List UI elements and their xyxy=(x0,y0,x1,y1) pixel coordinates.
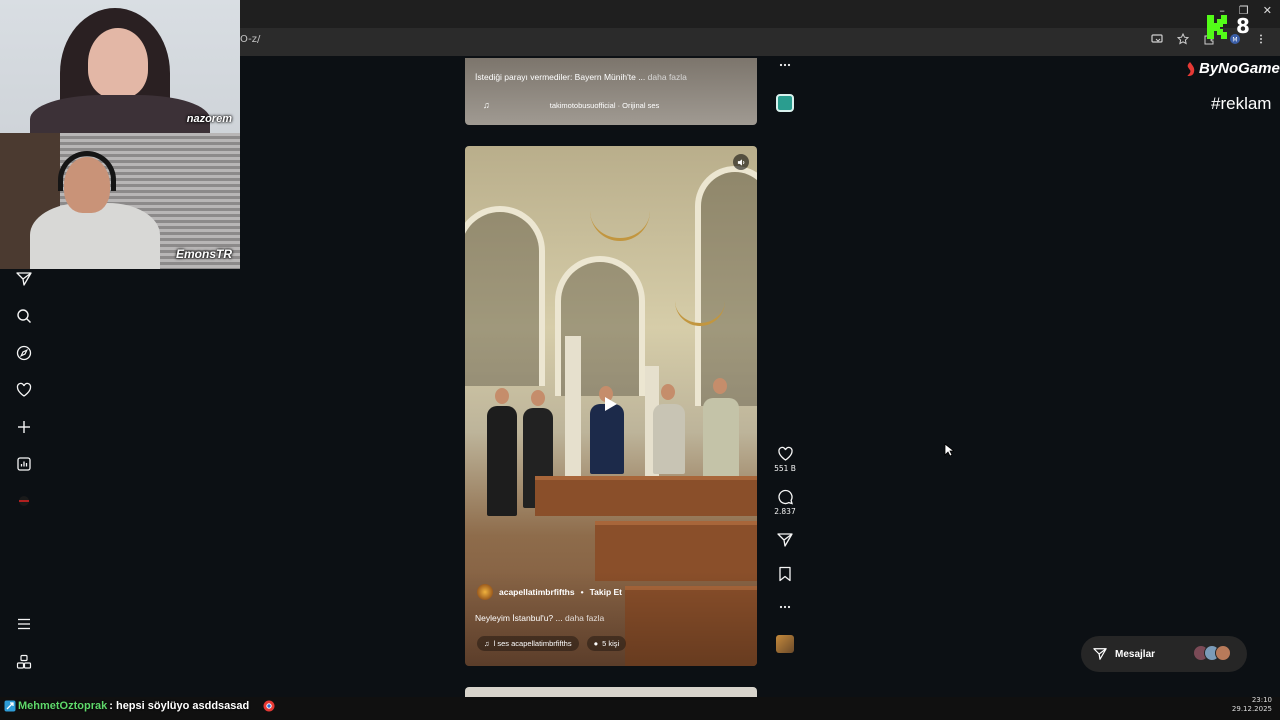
instagram-sidebar xyxy=(0,269,48,689)
play-icon[interactable] xyxy=(595,389,625,419)
church-pew xyxy=(535,476,757,516)
church-arch xyxy=(465,206,545,386)
caption-text: Neyleyim İstanbul'u? ... xyxy=(475,613,563,623)
reel-actions: 551 B 2.837 xyxy=(771,58,799,688)
moderator-badge-icon xyxy=(4,700,16,712)
chandelier xyxy=(590,211,650,241)
insights-icon[interactable] xyxy=(14,454,34,474)
comment-action[interactable]: 2.837 xyxy=(771,489,799,516)
audio-label: l ses acapellatimbrfifths xyxy=(493,639,572,648)
more-link[interactable]: daha fazla xyxy=(648,72,687,82)
church-arch xyxy=(695,166,757,406)
music-note-icon: ♫ xyxy=(483,100,490,110)
chrome-icon xyxy=(263,700,275,712)
clock-date: 29.12.2025 xyxy=(1231,705,1272,713)
people-count: 5 kişi xyxy=(602,639,620,648)
caption-text: İstediği parayı vermediler: Bayern Münih… xyxy=(475,72,646,82)
reel-meta-pills: ♫ l ses acapellatimbrfifths ● 5 kişi xyxy=(477,636,627,651)
webcam-streamer-1: nazorem xyxy=(0,0,240,133)
sponsor-name: ByNoGame xyxy=(1199,60,1280,77)
singer xyxy=(703,398,739,478)
save-action[interactable] xyxy=(771,566,799,582)
bookmark-star-icon[interactable] xyxy=(1176,32,1190,48)
stream-chat-message: MehmetOztoprak : hepsi söylüyo asddsasad xyxy=(4,700,275,712)
close-window-button[interactable]: ✕ xyxy=(1263,4,1272,17)
next-reel[interactable] xyxy=(465,687,757,697)
clock-time: 23:10 xyxy=(1251,696,1272,704)
audio-thumbnail[interactable] xyxy=(776,635,794,653)
church-column xyxy=(565,336,581,476)
chat-username: MehmetOztoprak xyxy=(18,700,108,712)
audio-label: takimotobusuofficial · Orijinal ses xyxy=(549,100,660,110)
message-avatars xyxy=(1193,645,1231,661)
tagged-people-pill[interactable]: ● 5 kişi xyxy=(586,636,627,651)
share-action[interactable] xyxy=(771,532,799,548)
singer-head xyxy=(531,390,545,406)
person-icon: ● xyxy=(593,639,599,648)
previous-reel[interactable]: İstediği parayı vermediler: Bayern Münih… xyxy=(465,58,757,125)
more-link[interactable]: daha fazla xyxy=(565,613,604,623)
apps-grid-icon[interactable] xyxy=(14,652,34,672)
sponsor-overlay: ByNoGame xyxy=(1184,60,1280,77)
volume-icon[interactable] xyxy=(733,154,749,170)
url-text[interactable]: O-z/ xyxy=(240,34,260,45)
k-counter: 8 xyxy=(1236,14,1250,38)
singer xyxy=(487,406,517,516)
hamburger-menu-icon[interactable] xyxy=(14,614,34,634)
webcam-label: EmonsTR xyxy=(175,247,232,261)
system-clock: 23:10 29.12.2025 xyxy=(1232,696,1272,714)
send-icon[interactable] xyxy=(14,269,34,289)
streamer-face xyxy=(88,28,148,98)
headset-icon xyxy=(58,151,116,191)
screen: – ❐ ✕ O-z/ M nazorem EmonsTR İstediği pa… xyxy=(0,0,1280,720)
bookmark-icon xyxy=(779,566,791,582)
separator-dot: • xyxy=(580,587,584,597)
previous-audio-thumb[interactable] xyxy=(771,94,799,112)
explore-icon[interactable] xyxy=(14,343,34,363)
comment-icon xyxy=(777,489,793,505)
send-icon xyxy=(777,533,793,547)
mouse-cursor-icon xyxy=(944,443,956,462)
follow-button[interactable]: Takip Et xyxy=(590,587,622,597)
streamer-body xyxy=(30,95,210,133)
reel-author-row: acapellatimbrfifths • Takip Et xyxy=(477,584,622,600)
audio-pill[interactable]: ♫ l ses acapellatimbrfifths xyxy=(477,636,579,651)
music-note-icon: ♫ xyxy=(484,639,490,648)
messages-button[interactable]: Mesajlar xyxy=(1081,636,1247,672)
more-options-button-top[interactable] xyxy=(771,62,799,68)
like-count: 551 B xyxy=(774,464,796,473)
heart-icon xyxy=(777,446,793,461)
singer-head xyxy=(661,384,675,400)
webcam-label: nazorem xyxy=(186,113,232,125)
messages-label: Mesajlar xyxy=(1115,648,1156,660)
singer xyxy=(653,404,685,474)
sponsor-flame-icon xyxy=(1187,61,1195,76)
author-avatar[interactable] xyxy=(477,584,493,600)
like-action[interactable]: 551 B xyxy=(771,446,799,473)
webcam-streamer-2: EmonsTR xyxy=(0,133,240,269)
reel-caption: Neyleyim İstanbul'u? ... daha fazla xyxy=(475,613,604,623)
singer-head xyxy=(713,378,727,394)
more-options-button[interactable] xyxy=(771,604,799,610)
kick-logo-icon xyxy=(1206,14,1228,40)
comment-count: 2.837 xyxy=(774,507,796,516)
reel-video[interactable]: acapellatimbrfifths • Takip Et Neyleyim … xyxy=(465,146,757,666)
reel-audio-thumb[interactable] xyxy=(771,635,799,653)
ad-hashtag: #reklam xyxy=(1211,94,1272,113)
audio-thumbnail[interactable] xyxy=(776,94,794,112)
search-icon[interactable] xyxy=(14,306,34,326)
heart-icon[interactable] xyxy=(14,380,34,400)
streamer-torso xyxy=(30,203,160,269)
cast-icon[interactable] xyxy=(1150,33,1164,48)
previous-reel-caption: İstediği parayı vermediler: Bayern Münih… xyxy=(475,72,687,82)
profile-avatar-icon[interactable] xyxy=(14,491,34,511)
chat-text: : hepsi söylüyo asddsasad xyxy=(109,700,250,712)
create-plus-icon[interactable] xyxy=(14,417,34,437)
singer-head xyxy=(495,388,509,404)
avatar xyxy=(1215,645,1231,661)
previous-reel-audio[interactable]: ♫ takimotobusuofficial · Orijinal ses xyxy=(483,98,701,112)
author-username[interactable]: acapellatimbrfifths xyxy=(499,587,575,597)
send-icon xyxy=(1093,648,1107,660)
menu-dots-icon[interactable] xyxy=(1254,33,1268,48)
